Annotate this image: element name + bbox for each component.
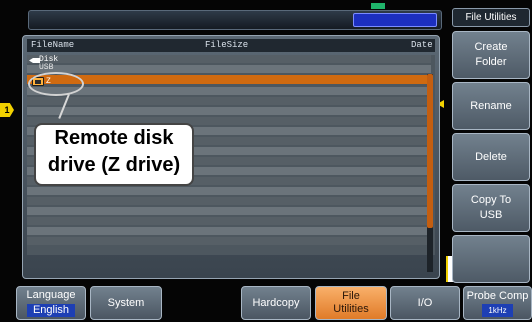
filesize-column-header: FileSize [205, 40, 249, 50]
list-item[interactable] [27, 55, 431, 63]
list-item[interactable] [27, 87, 431, 95]
rename-button[interactable]: Rename [452, 82, 530, 130]
list-item[interactable] [27, 197, 431, 205]
side-menu-title: File Utilities [452, 8, 530, 27]
empty-side-button[interactable] [452, 235, 530, 283]
file-utilities-line-1: File [342, 290, 360, 302]
system-button[interactable]: System [90, 286, 162, 320]
probe-comp-label: Probe Comp [466, 289, 529, 302]
io-button[interactable]: I/O [390, 286, 460, 320]
list-item[interactable] [27, 187, 431, 195]
probe-comp-button[interactable]: Probe Comp 1kHz [463, 286, 532, 320]
bottom-menu: Language English System Hardcopy File Ut… [0, 286, 532, 322]
oscilloscope-screen: 1 FileName FileSize Date Disk USB Z Remo… [0, 0, 532, 322]
file-list-header: FileName FileSize Date [27, 39, 435, 52]
callout-annotation: Remote disk drive (Z drive) [34, 123, 194, 186]
language-label: Language [26, 289, 76, 301]
create-folder-button[interactable]: Create Folder [452, 31, 530, 79]
status-bar [28, 3, 442, 30]
hardcopy-button[interactable]: Hardcopy [241, 286, 311, 320]
language-value: English [26, 304, 76, 317]
scrollbar-thumb[interactable] [427, 74, 433, 228]
callout-line-2: drive (Z drive) [47, 154, 181, 176]
list-item[interactable] [27, 107, 431, 115]
scrollbar[interactable] [427, 74, 433, 272]
date-column-header: Date [411, 40, 433, 50]
callout-line-1: Remote disk [54, 127, 174, 149]
filename-column-header: FileName [31, 40, 75, 50]
status-tick [371, 3, 385, 9]
file-utilities-line-2: Utilities [333, 303, 369, 315]
list-item[interactable] [27, 207, 431, 215]
list-item[interactable] [27, 65, 431, 73]
callout-highlight-ring [28, 72, 84, 96]
list-item[interactable] [27, 97, 431, 105]
list-item[interactable] [27, 217, 431, 225]
list-item-selected[interactable] [27, 75, 431, 84]
language-button[interactable]: Language English [16, 286, 86, 320]
copy-to-usb-button[interactable]: Copy To USB [452, 184, 530, 232]
list-item[interactable] [27, 237, 431, 245]
side-menu: File Utilities Create Folder Rename Dele… [452, 8, 530, 288]
delete-button[interactable]: Delete [452, 133, 530, 181]
current-path-label: USB [39, 63, 54, 72]
file-utilities-button[interactable]: File Utilities [315, 286, 387, 320]
list-item[interactable] [27, 227, 431, 235]
status-indicator [353, 13, 437, 27]
probe-comp-value: 1kHz [482, 303, 513, 317]
channel-1-marker: 1 [0, 103, 14, 117]
